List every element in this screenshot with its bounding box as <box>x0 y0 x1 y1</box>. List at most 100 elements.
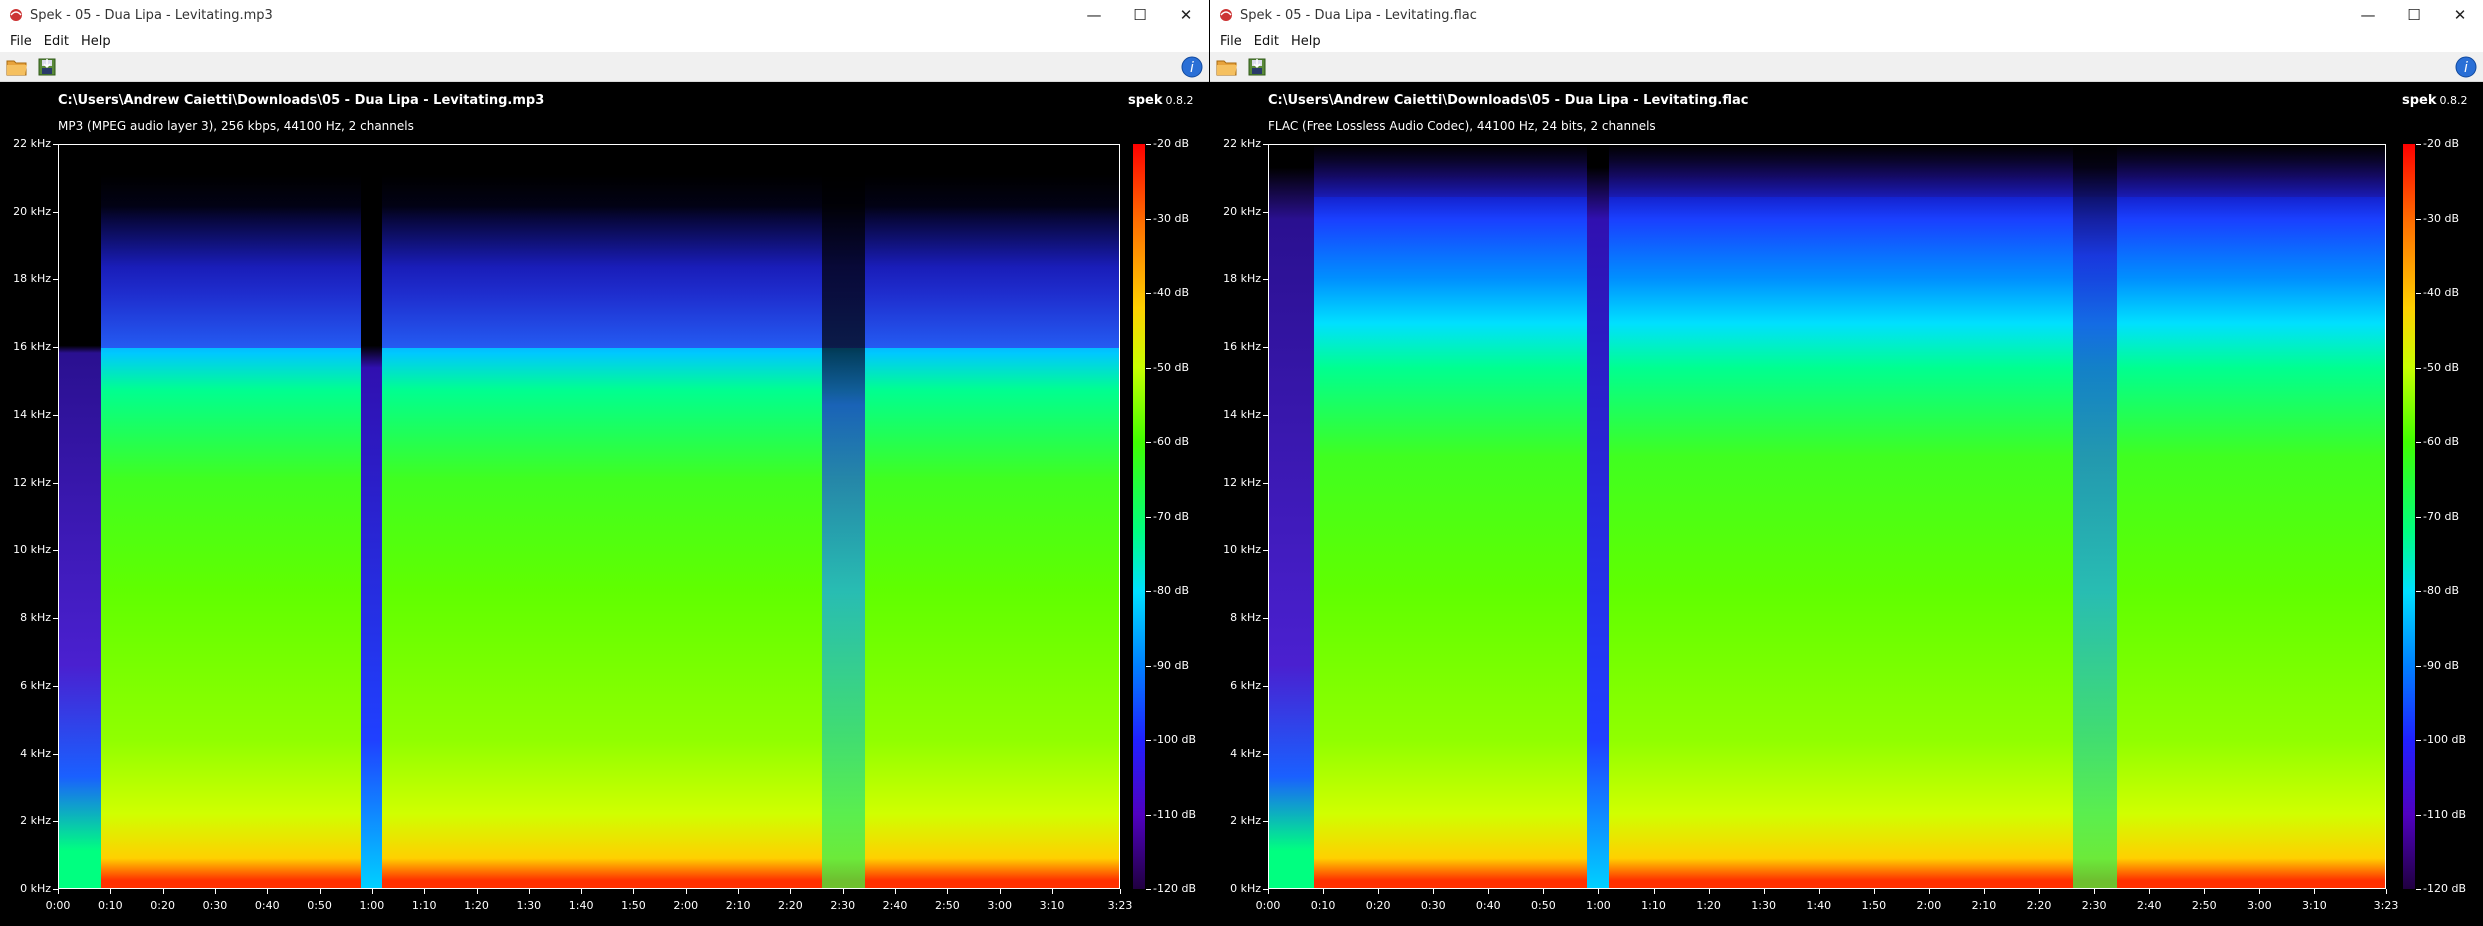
time-tick-label: 2:30 <box>2081 899 2107 912</box>
time-tick-label: 2:20 <box>778 899 803 912</box>
menu-edit[interactable]: Edit <box>38 34 75 49</box>
frequency-tick-label: 18 kHz <box>13 272 51 286</box>
spectrogram-canvas: C:\Users\Andrew Caietti\Downloads\05 - D… <box>0 83 1209 926</box>
time-tick-mark <box>895 889 897 894</box>
frequency-tick-mark <box>1263 414 1268 416</box>
frequency-tick-label: 6 kHz <box>1230 678 1261 692</box>
close-button[interactable]: ✕ <box>2437 0 2483 30</box>
frequency-tick-mark <box>1263 821 1268 823</box>
time-tick-mark <box>1268 889 1269 894</box>
db-tick-mark <box>1146 293 1151 294</box>
time-tick-label: 1:30 <box>516 899 542 912</box>
time-tick-label: 3:00 <box>987 899 1013 912</box>
frequency-tick-mark <box>53 821 58 823</box>
db-tick-mark <box>2416 665 2421 667</box>
time-tick-label: 3:10 <box>1039 899 1065 912</box>
menu-help[interactable]: Help <box>75 34 117 49</box>
save-image-button[interactable] <box>1244 55 1270 79</box>
frequency-tick-mark <box>1263 482 1268 484</box>
spectrogram-plot[interactable] <box>1268 144 2386 889</box>
frequency-tick-label: 2 kHz <box>20 814 51 828</box>
db-tick-mark <box>1146 516 1151 518</box>
menu-file[interactable]: File <box>4 34 38 49</box>
db-tick-mark <box>2416 814 2421 816</box>
brand-version: 0.8.2 <box>1165 94 1194 107</box>
db-tick-mark <box>2416 218 2421 220</box>
minimize-button[interactable]: — <box>2345 0 2391 30</box>
spectrogram-plot[interactable] <box>58 144 1120 889</box>
time-tick-mark <box>476 889 478 894</box>
spek-app-icon <box>1220 9 1232 21</box>
db-tick-label: -20 dB <box>2423 137 2459 150</box>
title-bar[interactable]: Spek - 05 - Dua Lipa - Levitating.flac —… <box>1210 0 2483 30</box>
time-tick-label: 2:30 <box>830 899 856 912</box>
db-colorbar <box>1133 144 1145 889</box>
time-tick-label: 0:30 <box>202 899 228 912</box>
frequency-tick-label: 10 kHz <box>13 543 51 557</box>
save-image-button[interactable] <box>34 55 60 79</box>
time-tick-mark <box>58 889 59 894</box>
time-tick-label: 1:30 <box>1751 899 1777 912</box>
frequency-tick-label: 0 kHz <box>20 882 51 895</box>
time-tick-label: 1:10 <box>411 899 437 912</box>
help-button[interactable]: i <box>1181 56 1203 78</box>
db-tick-mark <box>2416 293 2421 294</box>
time-tick-label: 0:40 <box>254 899 280 912</box>
brand-version: 0.8.2 <box>2439 94 2468 107</box>
db-colorbar <box>2403 144 2415 889</box>
time-tick-mark <box>1873 889 1875 894</box>
time-tick-label: 1:50 <box>1861 899 1887 912</box>
help-button[interactable]: i <box>2455 56 2477 78</box>
time-tick-mark <box>842 889 844 894</box>
save-image-icon <box>1248 58 1266 75</box>
frequency-tick-label: 20 kHz <box>13 204 51 218</box>
frequency-tick-label: 10 kHz <box>1223 543 1261 557</box>
time-tick-mark <box>1983 889 1985 894</box>
maximize-button[interactable]: ☐ <box>2391 0 2437 30</box>
time-tick-mark <box>581 889 583 894</box>
frequency-tick-label: 6 kHz <box>20 678 51 692</box>
close-button[interactable]: ✕ <box>1163 0 1209 30</box>
open-file-button[interactable] <box>1214 55 1240 79</box>
time-tick-label: 2:50 <box>2191 899 2217 912</box>
frequency-tick-mark <box>53 550 58 552</box>
window-title: Spek - 05 - Dua Lipa - Levitating.flac <box>1240 7 1477 23</box>
open-file-button[interactable] <box>4 55 30 79</box>
time-tick-mark <box>1928 889 1930 894</box>
menu-file[interactable]: File <box>1214 34 1248 49</box>
db-tick-mark <box>1146 665 1151 667</box>
frequency-tick-mark <box>1263 347 1268 349</box>
time-tick-mark <box>1708 889 1710 894</box>
menu-edit[interactable]: Edit <box>1248 34 1285 49</box>
help-icon: i <box>2455 56 2477 78</box>
frequency-tick-mark <box>53 144 58 145</box>
spectrogram-canvas: C:\Users\Andrew Caietti\Downloads\05 - D… <box>1210 83 2483 926</box>
title-bar[interactable]: Spek - 05 - Dua Lipa - Levitating.mp3 — … <box>0 0 1209 30</box>
frequency-tick-label: 12 kHz <box>13 475 51 489</box>
time-tick-mark <box>110 889 112 894</box>
time-tick-label: 0:10 <box>1310 899 1336 912</box>
time-tick-label: 0:30 <box>1420 899 1446 912</box>
time-tick-mark <box>999 889 1001 894</box>
maximize-button[interactable]: ☐ <box>1117 0 1163 30</box>
time-tick-mark <box>162 889 164 894</box>
toolbar: i <box>0 52 1209 82</box>
file-info: FLAC (Free Lossless Audio Codec), 44100 … <box>1268 119 1656 133</box>
time-tick-mark <box>1051 889 1053 894</box>
minimize-button[interactable]: — <box>1071 0 1117 30</box>
help-icon: i <box>1181 56 1203 78</box>
time-tick-label: 1:00 <box>359 899 385 912</box>
svg-text:i: i <box>2464 60 2468 76</box>
time-tick-label: 0:20 <box>1365 899 1391 912</box>
frequency-tick-mark <box>1263 753 1268 755</box>
time-tick-mark <box>528 889 530 894</box>
time-tick-label: 2:50 <box>935 899 960 912</box>
time-tick-mark <box>1488 889 1490 894</box>
time-tick-label: 0:10 <box>97 899 123 912</box>
time-tick-label: 1:40 <box>568 899 594 912</box>
svg-text:i: i <box>1190 60 1194 76</box>
time-tick-mark <box>947 889 949 894</box>
db-tick-label: -70 dB <box>1153 509 1189 523</box>
menu-help[interactable]: Help <box>1285 34 1327 49</box>
db-tick-label: -20 dB <box>1153 137 1189 150</box>
